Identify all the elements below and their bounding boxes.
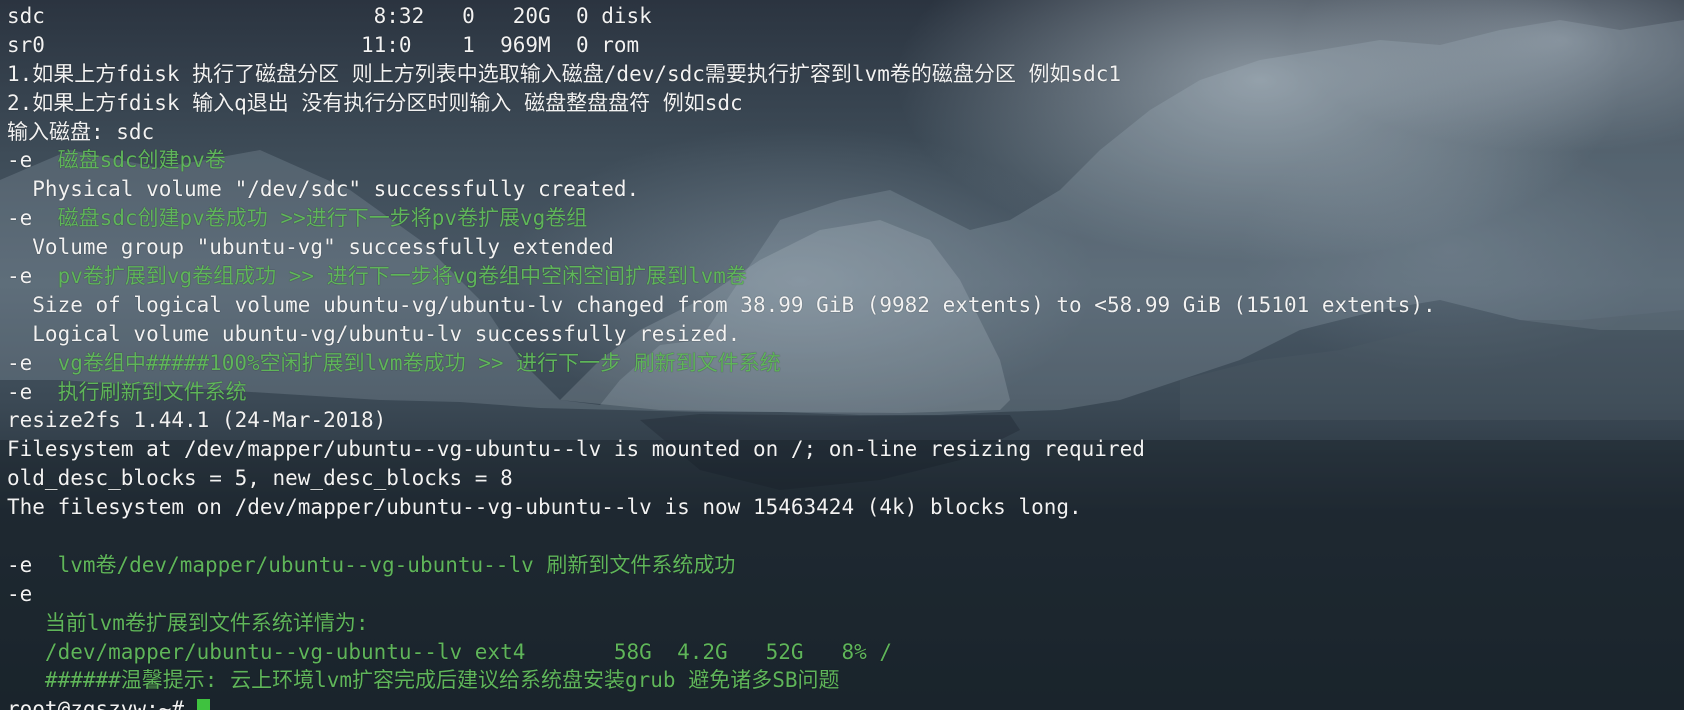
terminal-line: -e vg卷组中#####100%空闲扩展到lvm卷成功 >> 进行下一步 刷新… [7, 349, 1436, 378]
line-prefix: -e [7, 379, 58, 404]
line-text: 磁盘sdc创建pv卷成功 >>进行下一步将pv卷扩展vg卷组 [57, 206, 588, 231]
line-prefix: -e [7, 264, 58, 289]
line-text: lvm卷/dev/mapper/ubuntu--vg-ubuntu--lv 刷新… [57, 552, 736, 577]
line-text: Volume group "ubuntu-vg" successfully ex… [7, 235, 614, 260]
line-prefix: -e [7, 350, 58, 375]
terminal-line: old_desc_blocks = 5, new_desc_blocks = 8 [7, 464, 1436, 493]
line-text: Size of logical volume ubuntu-vg/ubuntu-… [7, 292, 1436, 317]
terminal-line: 当前lvm卷扩展到文件系统详情为: [7, 609, 1436, 638]
line-text: sr0 11:0 1 969M 0 rom [7, 32, 640, 57]
terminal-line: The filesystem on /dev/mapper/ubuntu--vg… [7, 493, 1436, 522]
line-text: resize2fs 1.44.1 (24-Mar-2018) [7, 408, 387, 433]
line-text: The filesystem on /dev/mapper/ubuntu--vg… [7, 495, 1082, 520]
line-prefix: -e [7, 552, 58, 577]
shell-prompt: root@zgszvw:~# [7, 697, 197, 710]
terminal-line: 2.如果上方fdisk 输入q退出 没有执行分区时则输入 磁盘整盘盘符 例如sd… [7, 89, 1436, 118]
terminal-line: /dev/mapper/ubuntu--vg-ubuntu--lv ext4 5… [7, 638, 1436, 667]
terminal-line: -e pv卷扩展到vg卷组成功 >> 进行下一步将vg卷组中空闲空间扩展到lvm… [7, 262, 1436, 291]
terminal-line: Filesystem at /dev/mapper/ubuntu--vg-ubu… [7, 435, 1436, 464]
line-text: 输入磁盘: sdc [7, 119, 155, 144]
line-text: ######温馨提示: 云上环境lvm扩容完成后建议给系统盘安装grub 避免诸… [7, 668, 840, 693]
line-text: pv卷扩展到vg卷组成功 >> 进行下一步将vg卷组中空闲空间扩展到lvm卷 [57, 264, 747, 289]
line-prefix: -e [7, 148, 58, 173]
prompt-line[interactable]: root@zgszvw:~# [7, 695, 1436, 710]
line-prefix: -e [7, 206, 58, 231]
line-text: /dev/mapper/ubuntu--vg-ubuntu--lv ext4 5… [7, 639, 893, 664]
terminal-line: sdc 8:32 0 20G 0 disk [7, 2, 1436, 31]
line-text: old_desc_blocks = 5, new_desc_blocks = 8 [7, 466, 513, 491]
line-text: sdc 8:32 0 20G 0 disk [7, 4, 652, 28]
line-text: 执行刷新到文件系统 [57, 379, 247, 404]
line-text: 1.如果上方fdisk 执行了磁盘分区 则上方列表中选取输入磁盘/dev/sdc… [7, 61, 1122, 86]
terminal-line: Size of logical volume ubuntu-vg/ubuntu-… [7, 291, 1436, 320]
line-text: 磁盘sdc创建pv卷 [57, 148, 226, 173]
terminal-line: -e 磁盘sdc创建pv卷成功 >>进行下一步将pv卷扩展vg卷组 [7, 204, 1436, 233]
terminal-line: sr0 11:0 1 969M 0 rom [7, 31, 1436, 60]
line-text: Physical volume "/dev/sdc" successfully … [7, 177, 640, 202]
text-cursor[interactable] [196, 699, 210, 710]
terminal-line: -e lvm卷/dev/mapper/ubuntu--vg-ubuntu--lv… [7, 551, 1436, 580]
line-text: -e [7, 581, 33, 606]
terminal-line: -e 磁盘sdc创建pv卷 [7, 146, 1436, 175]
terminal-line: 1.如果上方fdisk 执行了磁盘分区 则上方列表中选取输入磁盘/dev/sdc… [7, 60, 1436, 89]
line-text: vg卷组中#####100%空闲扩展到lvm卷成功 >> 进行下一步 刷新到文件… [57, 350, 781, 375]
terminal-line: ######温馨提示: 云上环境lvm扩容完成后建议给系统盘安装grub 避免诸… [7, 666, 1436, 695]
line-text: 当前lvm卷扩展到文件系统详情为: [7, 610, 369, 635]
line-text: Filesystem at /dev/mapper/ubuntu--vg-ubu… [7, 437, 1145, 462]
line-text: Logical volume ubuntu-vg/ubuntu-lv succe… [7, 321, 741, 346]
terminal-line: -e 执行刷新到文件系统 [7, 378, 1436, 407]
terminal-line: Logical volume ubuntu-vg/ubuntu-lv succe… [7, 320, 1436, 349]
terminal-line: Volume group "ubuntu-vg" successfully ex… [7, 233, 1436, 262]
terminal-line: -e [7, 580, 1436, 609]
line-text: 2.如果上方fdisk 输入q退出 没有执行分区时则输入 磁盘整盘盘符 例如sd… [7, 90, 743, 115]
terminal-line: 输入磁盘: sdc [7, 118, 1436, 147]
terminal-line: resize2fs 1.44.1 (24-Mar-2018) [7, 406, 1436, 435]
terminal-output: sdc 8:32 0 20G 0 disk sr0 11:0 1 969M 0 r… [7, 2, 1436, 710]
terminal-line: Physical volume "/dev/sdc" successfully … [7, 175, 1436, 204]
terminal-window[interactable]: sdc 8:32 0 20G 0 disk sr0 11:0 1 969M 0 r… [0, 0, 1684, 710]
